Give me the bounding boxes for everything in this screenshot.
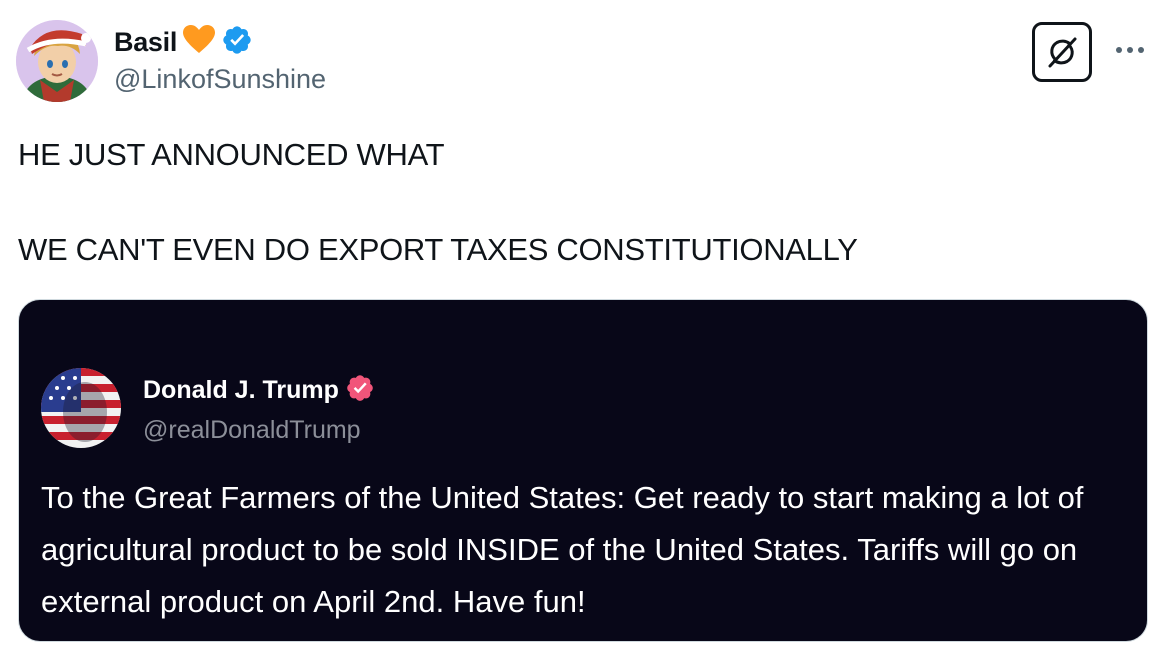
quoted-author-handle[interactable]: @realDonaldTrump bbox=[143, 416, 361, 445]
tweet-text-line-1: HE JUST ANNOUNCED WHAT bbox=[18, 137, 445, 172]
tweet-text-line-2: WE CAN'T EVEN DO EXPORT TAXES CONSTITUTI… bbox=[18, 232, 858, 267]
grok-button[interactable] bbox=[1032, 22, 1092, 82]
grok-icon bbox=[1048, 37, 1077, 68]
author-handle[interactable]: @LinkofSunshine bbox=[114, 64, 326, 95]
more-options-icon bbox=[1116, 47, 1144, 53]
verified-badge-icon[interactable] bbox=[221, 24, 253, 61]
orange-heart-icon bbox=[183, 24, 216, 60]
quoted-author-avatar[interactable] bbox=[41, 368, 121, 448]
quoted-avatar-image bbox=[41, 368, 121, 448]
author-name-row: Basil bbox=[114, 24, 253, 60]
avatar-image bbox=[16, 20, 98, 102]
author-display-name[interactable]: Basil bbox=[114, 27, 177, 58]
more-options-button[interactable] bbox=[1112, 38, 1148, 62]
quoted-post-card[interactable]: Donald J. Trump @realDonaldTrump To the … bbox=[18, 299, 1148, 642]
quoted-author-name-row: Donald J. Trump bbox=[143, 372, 375, 408]
verified-badge-icon bbox=[345, 373, 375, 408]
quoted-author-display-name[interactable]: Donald J. Trump bbox=[143, 376, 339, 405]
quoted-post-text: To the Great Farmers of the United State… bbox=[41, 480, 1084, 619]
author-avatar[interactable] bbox=[16, 20, 98, 102]
